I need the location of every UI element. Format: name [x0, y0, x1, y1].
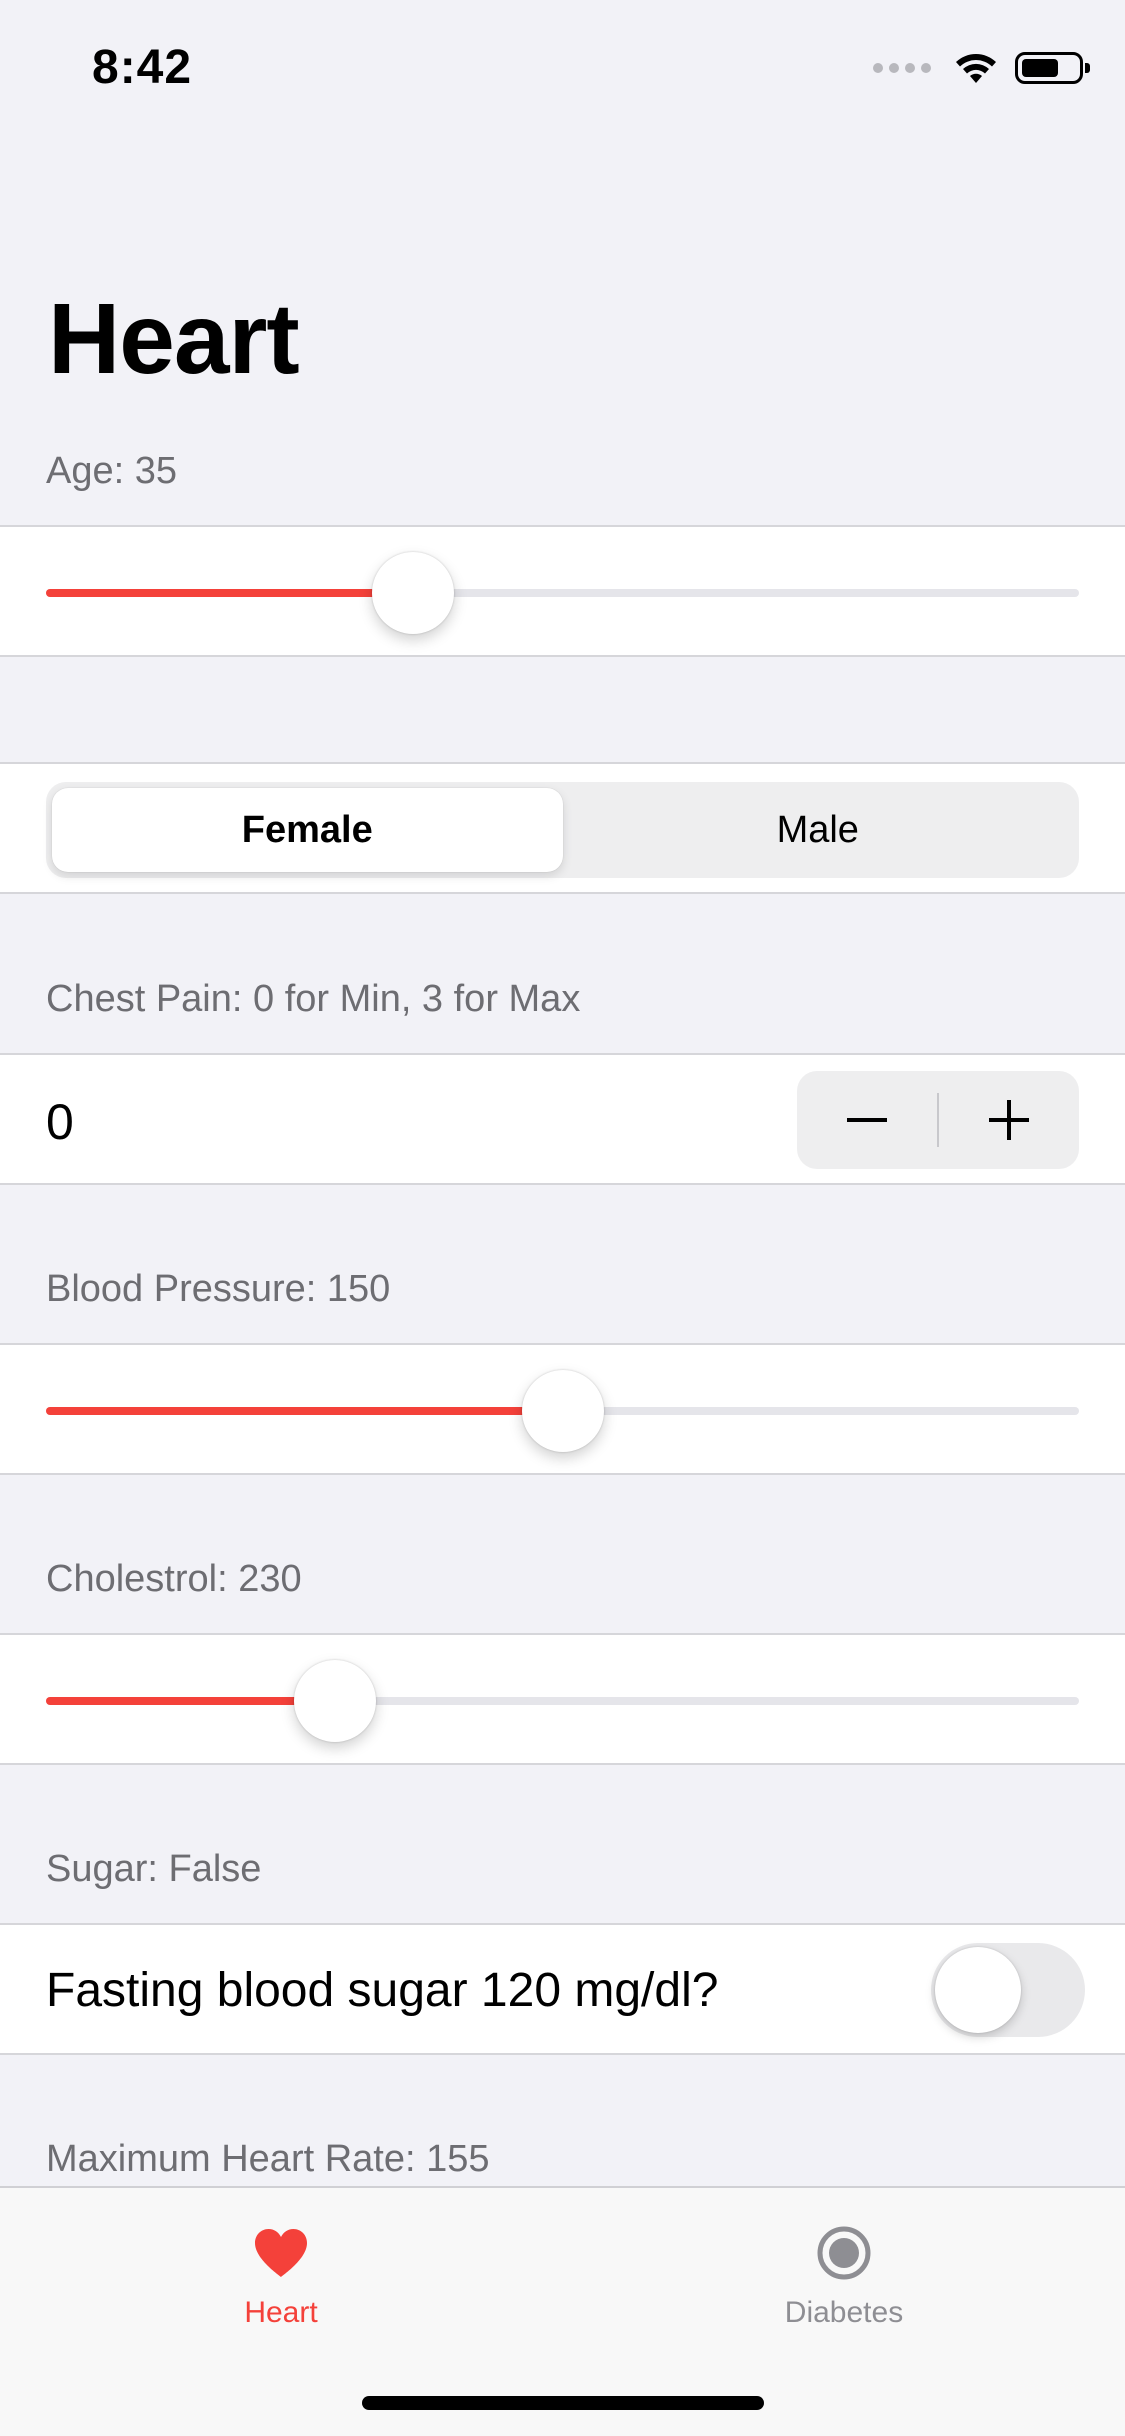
minus-icon — [847, 1118, 887, 1122]
age-row — [0, 525, 1125, 657]
chest-pain-value: 0 — [46, 1094, 74, 1150]
sugar-label: Sugar: False — [46, 1848, 262, 1890]
segment-male[interactable]: Male — [563, 788, 1074, 872]
toggle-knob — [935, 1947, 1021, 2033]
heart-icon — [181, 2218, 381, 2288]
fasting-sugar-label: Fasting blood sugar 120 mg/dl? — [46, 1964, 719, 2017]
age-slider-thumb[interactable] — [371, 552, 454, 634]
cholesterol-slider-thumb[interactable] — [294, 1660, 377, 1742]
fasting-sugar-toggle[interactable] — [931, 1943, 1085, 2037]
sex-row: Female Male — [0, 762, 1125, 894]
home-indicator — [362, 2396, 764, 2410]
blood-pressure-label: Blood Pressure: 150 — [46, 1268, 391, 1310]
plus-icon — [989, 1100, 1029, 1140]
cholesterol-slider[interactable] — [46, 1635, 1079, 1767]
tab-diabetes-label: Diabetes — [784, 2296, 904, 2329]
cholesterol-row — [0, 1633, 1125, 1765]
age-label: Age: 35 — [46, 450, 177, 492]
screen: 8:42 Heart Age: 35 Female Male Chest Pai… — [0, 0, 1125, 2436]
chest-pain-label: Chest Pain: 0 for Min, 3 for Max — [46, 978, 581, 1020]
decrement-button[interactable] — [797, 1071, 937, 1169]
status-time: 8:42 — [92, 41, 193, 94]
increment-button[interactable] — [939, 1071, 1079, 1169]
blood-pressure-slider-thumb[interactable] — [521, 1370, 604, 1452]
blood-pressure-row — [0, 1343, 1125, 1475]
segment-female[interactable]: Female — [52, 788, 563, 872]
cholesterol-label: Cholestrol: 230 — [46, 1558, 302, 1600]
max-heart-rate-label: Maximum Heart Rate: 155 — [46, 2138, 490, 2180]
record-circle-icon — [744, 2218, 944, 2288]
sugar-row: Fasting blood sugar 120 mg/dl? — [0, 1923, 1125, 2055]
cholesterol-slider-fill — [46, 1697, 336, 1705]
blood-pressure-slider[interactable] — [46, 1345, 1079, 1477]
tab-heart[interactable]: Heart — [181, 2218, 381, 2330]
blood-pressure-slider-fill — [46, 1407, 563, 1415]
tab-heart-label: Heart — [244, 2296, 318, 2329]
page-title: Heart — [48, 283, 300, 395]
cellular-signal-icon — [873, 63, 931, 73]
chest-pain-stepper — [797, 1071, 1079, 1169]
sex-segmented-control[interactable]: Female Male — [46, 782, 1079, 878]
age-slider-fill — [46, 589, 413, 597]
status-icons — [873, 48, 1090, 88]
tab-diabetes[interactable]: Diabetes — [744, 2218, 944, 2330]
battery-icon — [1015, 52, 1090, 84]
wifi-icon — [956, 54, 996, 83]
chest-pain-row: 0 — [0, 1053, 1125, 1185]
age-slider[interactable] — [46, 527, 1079, 659]
